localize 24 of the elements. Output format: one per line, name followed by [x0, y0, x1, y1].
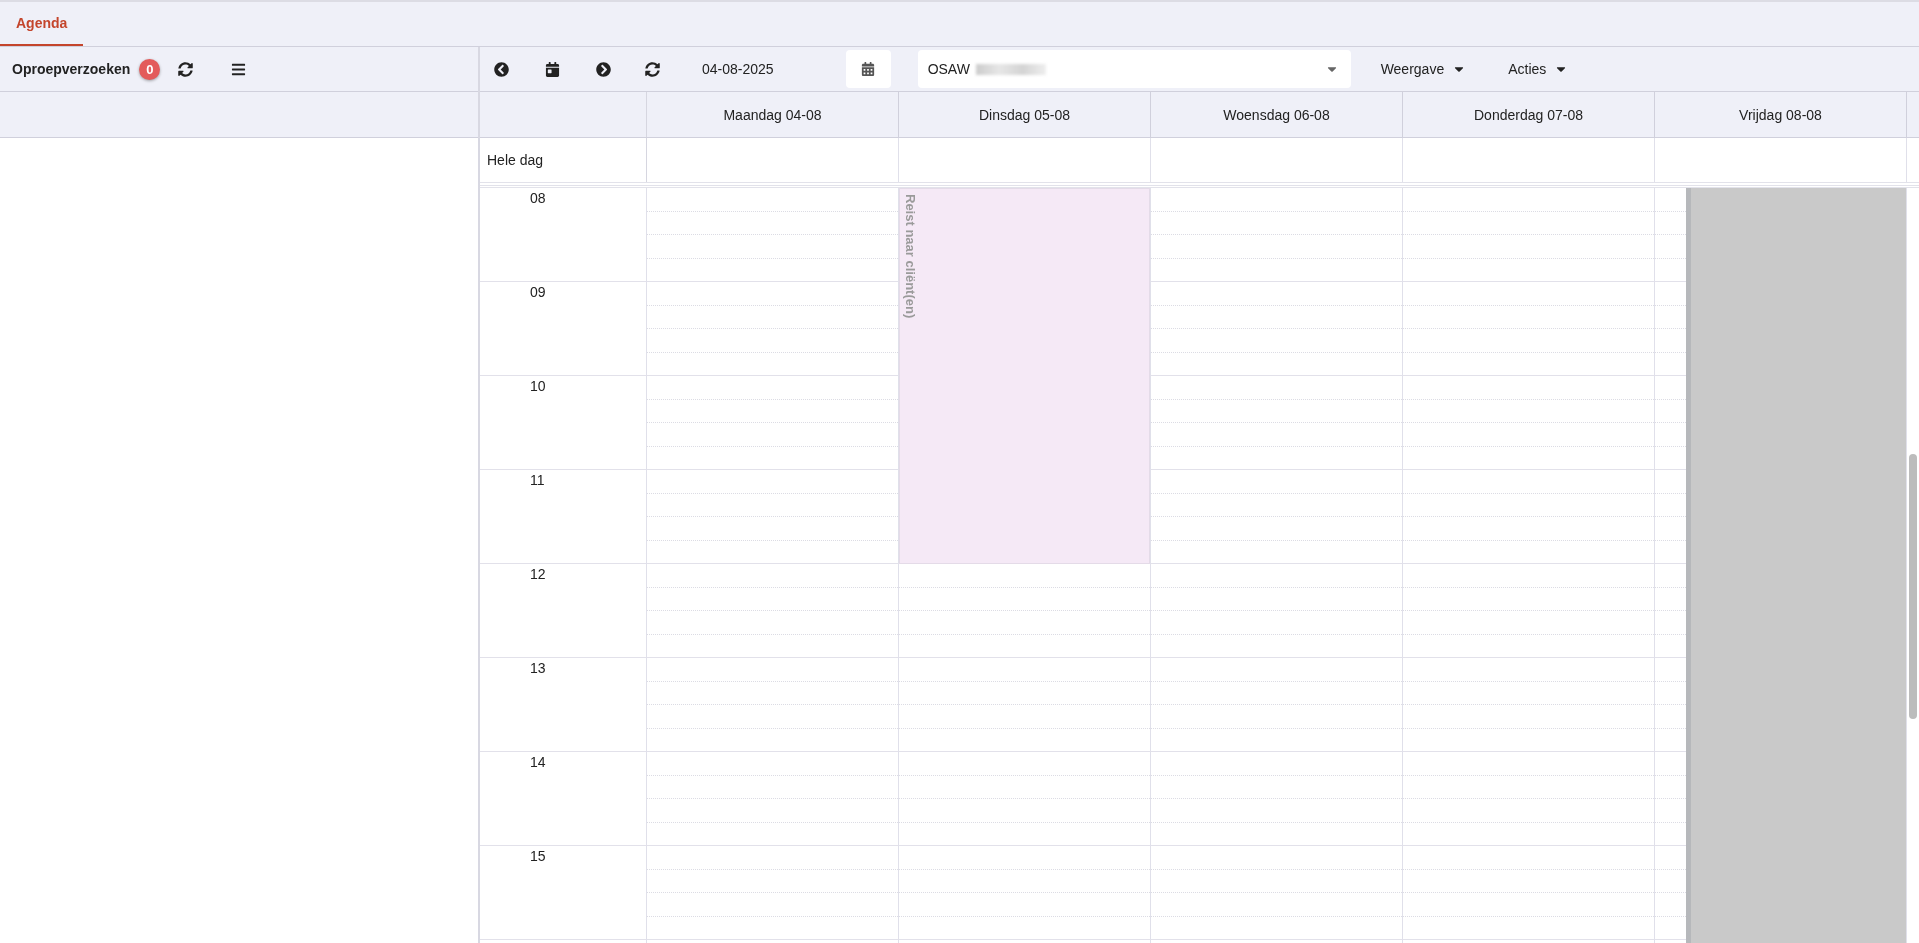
- hour-label: 11: [529, 471, 546, 488]
- day-header: Woensdag 06-08: [1151, 92, 1403, 137]
- hour-label: 12: [529, 565, 547, 582]
- hour-label: 15: [529, 847, 547, 864]
- day-header: Donderdag 07-08: [1403, 92, 1655, 137]
- date-picker-button[interactable]: [845, 50, 891, 88]
- menu-button[interactable]: Acties: [1496, 61, 1581, 77]
- panel-title: Oproepverzoeken: [12, 61, 131, 77]
- calendar-icon: [861, 62, 876, 76]
- hour-label: 10: [529, 377, 547, 394]
- hour-label: 14: [529, 753, 547, 770]
- date-text: 04-08-2025: [702, 61, 774, 77]
- hour-label: 13: [529, 659, 547, 676]
- count-badge: 0: [139, 58, 161, 80]
- all-day-label: Hele dag: [487, 152, 544, 168]
- hour-label: 08: [529, 189, 547, 206]
- day-header: Vrijdag 08-08: [1655, 92, 1907, 137]
- menu-button[interactable]: Weergave: [1368, 61, 1479, 77]
- hour-label: 09: [529, 283, 547, 300]
- scrollbar-thumb[interactable]: [1909, 454, 1917, 719]
- appointment-label: Reist naar cliënt(en): [903, 194, 918, 319]
- day-header: Maandag 04-08: [647, 92, 899, 137]
- day-header: Dinsdag 05-08: [899, 92, 1151, 137]
- employee-select[interactable]: OSAW: [917, 50, 1351, 88]
